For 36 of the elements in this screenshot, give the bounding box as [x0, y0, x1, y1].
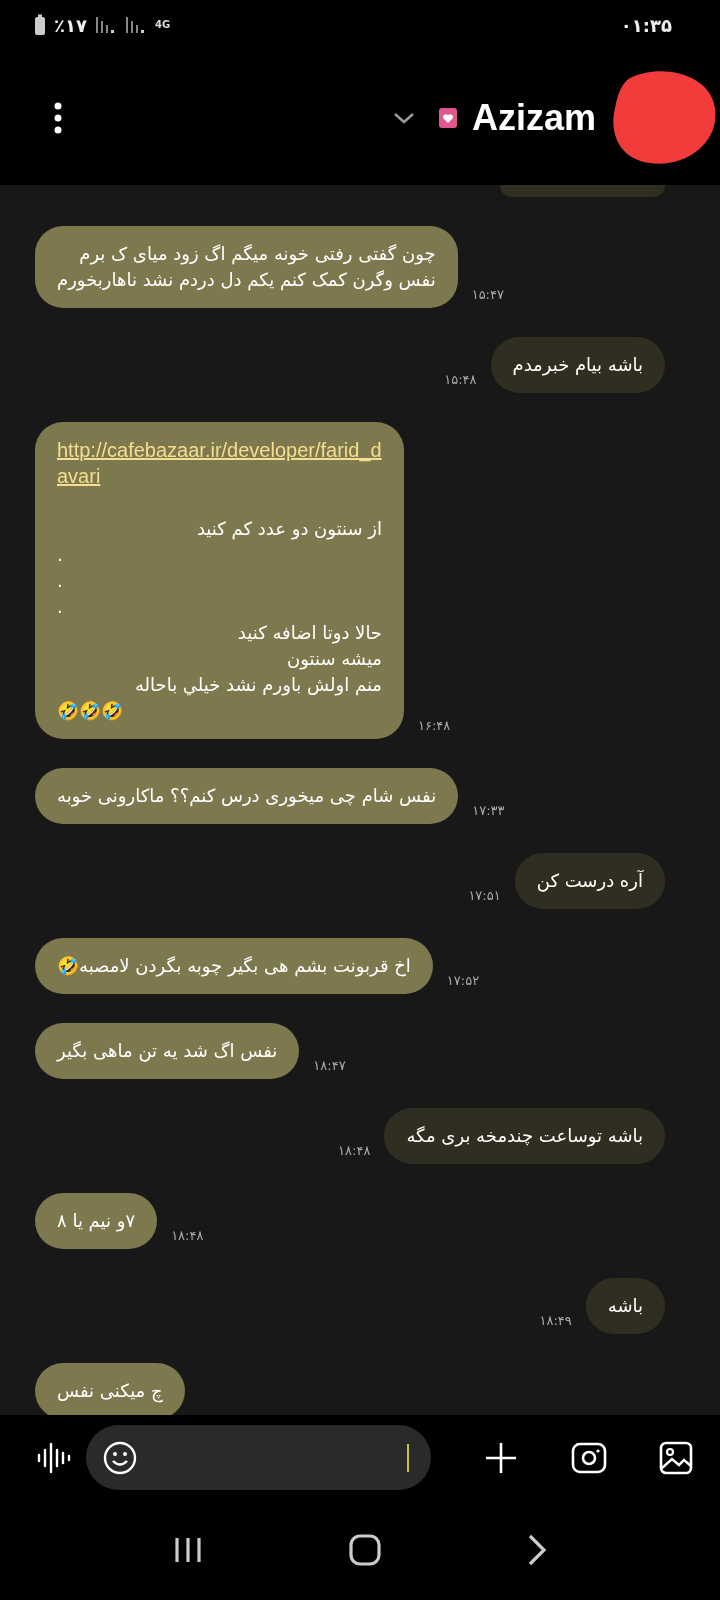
- message-time: ۱۷:۵۲: [446, 973, 480, 988]
- gallery-icon[interactable]: [659, 1440, 693, 1475]
- message-bubble[interactable]: اخ قربونت بشم هی بگیر چوبه بگردن لامصبه🤣: [35, 938, 433, 994]
- heart-card-icon: [437, 106, 458, 129]
- back-icon[interactable]: [527, 1534, 547, 1566]
- clock: ۰۱:۳۵: [620, 14, 672, 36]
- message-time: ۱۷:۳۳: [472, 803, 505, 818]
- message-bubble[interactable]: چون گفتی رفتی خونه میگم اگ زود میای ک برم نفس وگرن کمک کنم یکم دل دردم نشد ناهاربخورم: [35, 226, 458, 308]
- message-time: ۱۸:۴۷: [313, 1058, 346, 1073]
- message-time: ۱۶:۴۸: [418, 718, 451, 733]
- emoji-icon[interactable]: [102, 1439, 138, 1476]
- message-time: ۱۵:۴۷: [471, 287, 504, 302]
- contact-name[interactable]: Azizam: [471, 96, 596, 139]
- message-link[interactable]: http://cafebazaar.ir/developer/farid_davari: [57, 437, 382, 489]
- message-time: ۱۸:۴۸: [171, 1228, 204, 1243]
- battery-percent: ٪۱۷: [54, 14, 87, 36]
- message-bubble[interactable]: آره درست کن: [514, 853, 665, 909]
- message-bubble[interactable]: باشه: [585, 1278, 665, 1334]
- message-bubble[interactable]: نفس شام چی میخوری درس کنم؟؟ ماکارونی خوبه: [35, 768, 459, 824]
- message-time: ۱۸:۴۹: [539, 1313, 572, 1328]
- message-time: ۱۸:۴۸: [338, 1143, 371, 1158]
- network-type: 4G: [154, 20, 171, 30]
- message-bubble[interactable]: نفس اگ شد یه تن ماهی بگیر: [35, 1023, 300, 1079]
- message-bubble[interactable]: ۷و نیم یا ۸: [35, 1193, 158, 1249]
- signal-icon: [124, 15, 147, 35]
- message-bubble[interactable]: باشه توساعت چندمخه بری مگه: [384, 1108, 665, 1164]
- message-time: ۱۷:۵۱: [468, 888, 501, 903]
- message-time: ۱۵:۴۸: [444, 372, 477, 387]
- camera-icon[interactable]: [571, 1440, 607, 1475]
- signal-icon: [94, 15, 117, 35]
- recent-apps-icon[interactable]: [173, 1536, 203, 1564]
- battery-icon: [34, 14, 46, 36]
- message-bubble[interactable]: باشه بیام خبرمدم: [490, 337, 665, 393]
- message-bubble[interactable]: چ میکنی نفس: [35, 1363, 185, 1415]
- home-icon[interactable]: [349, 1534, 381, 1566]
- text-cursor: [407, 1443, 409, 1472]
